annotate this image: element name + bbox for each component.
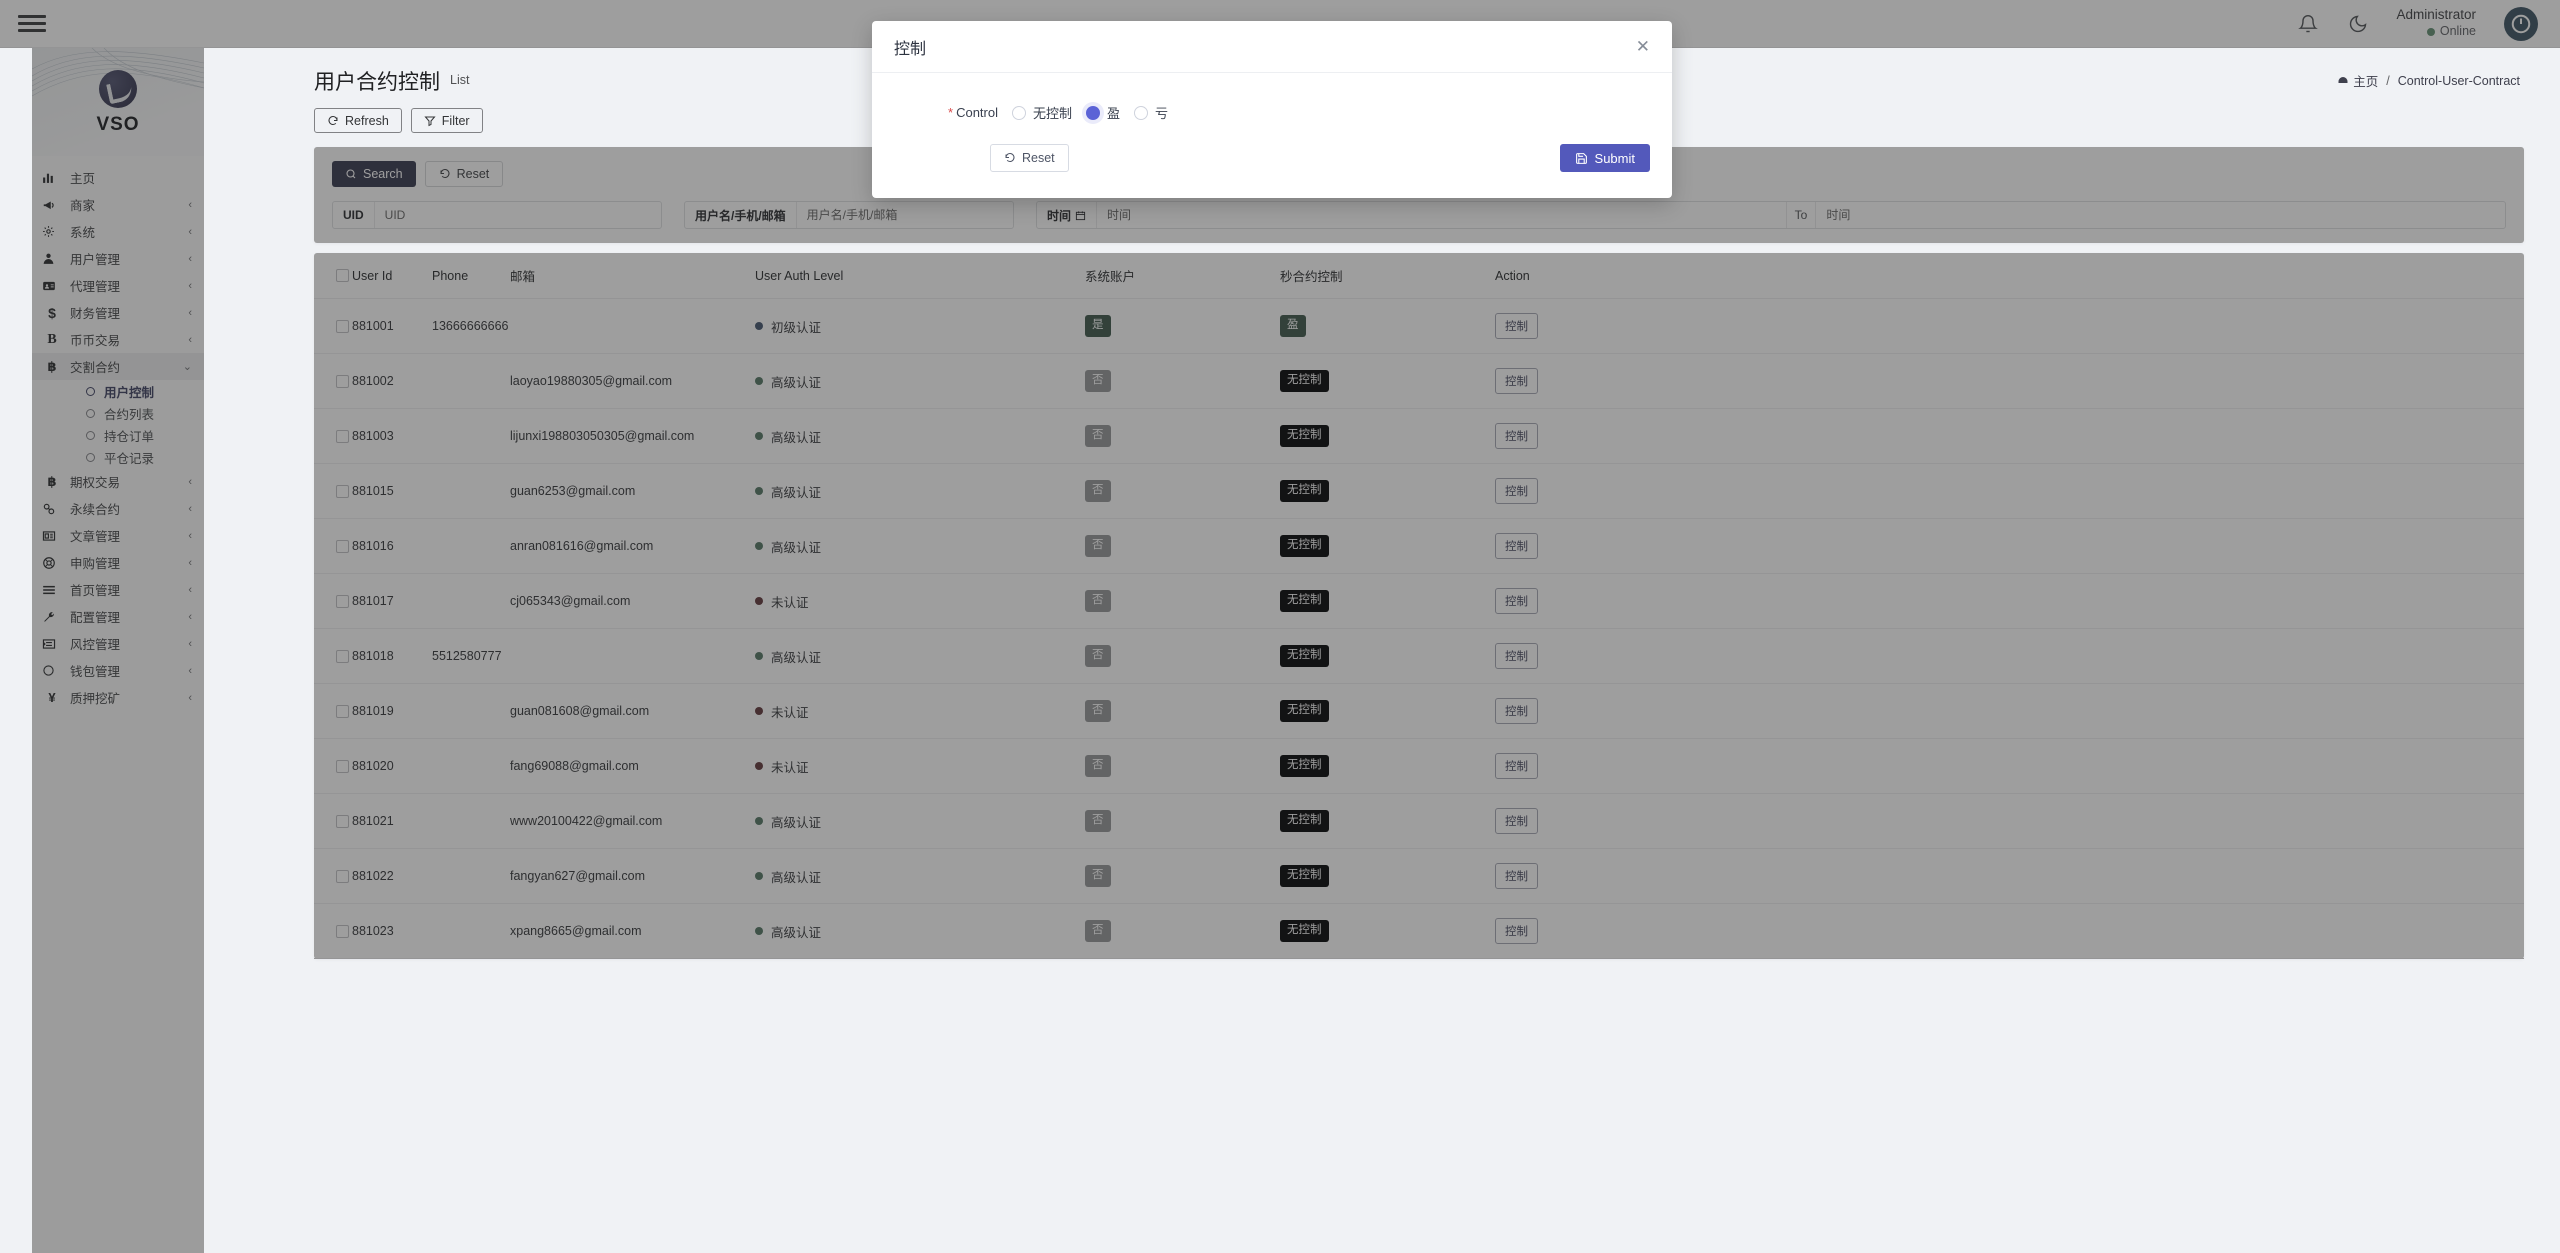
- radio-profit[interactable]: 盈: [1086, 103, 1120, 122]
- control-modal: 控制 ✕ * Control 无控制 盈 亏 Reset Submit: [872, 21, 1672, 198]
- radio-loss[interactable]: 亏: [1134, 103, 1168, 122]
- modal-title: 控制: [894, 40, 927, 58]
- control-form-row: * Control 无控制 盈 亏: [894, 103, 1650, 122]
- modal-body: * Control 无控制 盈 亏: [872, 73, 1672, 122]
- radio-label: 盈: [1107, 106, 1121, 121]
- modal-footer: Reset Submit: [872, 122, 1672, 198]
- modal-submit-label: Submit: [1594, 150, 1635, 166]
- control-radio-group: 无控制 盈 亏: [1012, 103, 1176, 122]
- modal-header: 控制 ✕: [872, 21, 1672, 73]
- radio-circle-icon: [1134, 105, 1149, 120]
- save-icon: [1575, 152, 1588, 165]
- radio-circle-icon: [1086, 105, 1101, 120]
- modal-reset-label: Reset: [1022, 151, 1055, 165]
- radio-label: 亏: [1155, 106, 1169, 121]
- modal-submit-button[interactable]: Submit: [1559, 144, 1650, 172]
- close-icon[interactable]: ✕: [1636, 38, 1650, 55]
- control-label-text: Control: [956, 105, 998, 120]
- control-field-label: * Control: [894, 105, 1012, 120]
- required-mark: *: [948, 105, 954, 120]
- radio-circle-icon: [1012, 105, 1026, 120]
- radio-no-control[interactable]: 无控制: [1012, 103, 1072, 122]
- reset-icon: [1004, 152, 1016, 164]
- modal-reset-button[interactable]: Reset: [990, 144, 1069, 172]
- radio-label: 无控制: [1033, 106, 1073, 121]
